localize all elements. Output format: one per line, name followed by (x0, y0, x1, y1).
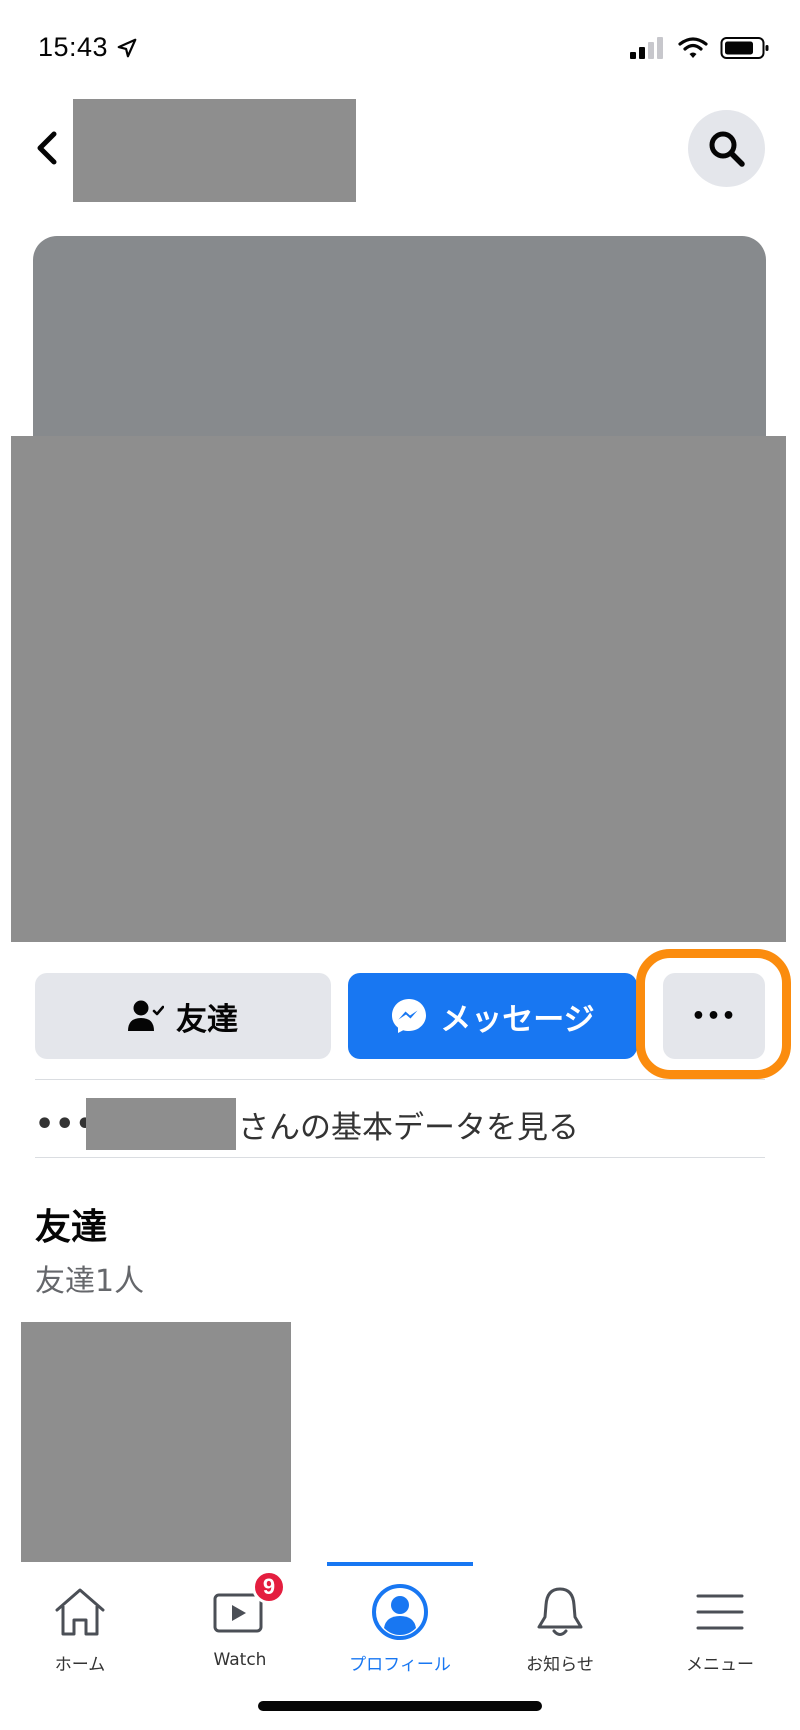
status-time: 15:43 (38, 32, 138, 63)
profile-name-redacted (73, 99, 356, 202)
highlight-annotation (636, 949, 791, 1079)
home-indicator[interactable] (258, 1701, 542, 1711)
friends-button[interactable]: 友達 (35, 973, 331, 1059)
friend-check-icon (128, 1000, 164, 1031)
basic-info-dots: ••• (35, 1106, 96, 1142)
signal-icon (630, 37, 663, 59)
search-icon (709, 131, 745, 167)
divider (35, 1079, 765, 1080)
search-button[interactable] (688, 110, 765, 187)
watch-badge: 9 (252, 1570, 286, 1604)
basic-info-link[interactable]: ••• さんの基本データを見る (35, 1094, 579, 1154)
tab-notifications-label: お知らせ (526, 1655, 594, 1675)
basic-info-text: さんの基本データを見る (238, 1109, 579, 1146)
battery-icon (720, 37, 769, 59)
tab-watch-label: Watch (213, 1650, 267, 1670)
profile-photo-redacted[interactable] (11, 436, 786, 942)
basic-info-name-redacted (86, 1098, 236, 1150)
tab-profile[interactable]: プロフィール (320, 1578, 480, 1675)
active-tab-indicator (327, 1562, 473, 1566)
chevron-left-icon (37, 131, 57, 165)
menu-icon (696, 1594, 744, 1630)
wifi-icon (678, 37, 708, 58)
message-button[interactable]: メッセージ (348, 973, 637, 1059)
friends-section-title: 友達 (35, 1207, 108, 1248)
friends-button-label: 友達 (176, 1001, 238, 1038)
friend-thumbnail-redacted[interactable] (21, 1322, 291, 1562)
tab-home-label: ホーム (54, 1655, 106, 1675)
profile-icon (372, 1584, 428, 1640)
status-indicators (630, 36, 770, 60)
tab-menu-label: メニュー (686, 1655, 754, 1675)
divider (35, 1157, 765, 1158)
location-arrow-icon (117, 38, 137, 57)
tab-watch[interactable]: 9 Watch (160, 1570, 320, 1670)
status-time-text: 15:43 (38, 32, 109, 62)
tab-notifications[interactable]: お知らせ (480, 1578, 640, 1675)
tab-home[interactable]: ホーム (0, 1578, 160, 1675)
bell-icon (537, 1587, 583, 1636)
messenger-icon (392, 999, 427, 1033)
tab-menu[interactable]: メニュー (640, 1578, 800, 1675)
friends-count[interactable]: 友達1人 (35, 1256, 144, 1300)
back-button[interactable] (30, 126, 64, 170)
home-icon (55, 1588, 105, 1636)
message-button-label: メッセージ (440, 1001, 595, 1038)
tab-profile-label: プロフィール (349, 1655, 451, 1675)
